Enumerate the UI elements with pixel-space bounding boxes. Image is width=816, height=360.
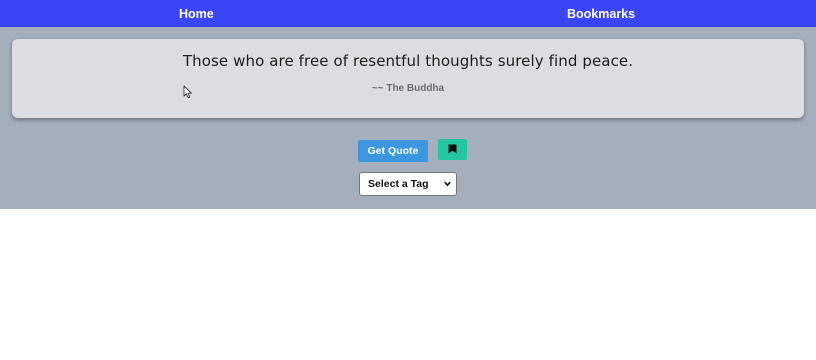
tag-select-value: Select a Tag (368, 178, 429, 190)
quote-author: ~~ The Buddha (371, 83, 445, 94)
get-quote-button[interactable]: Get Quote (358, 140, 428, 162)
top-navbar: Home Bookmarks (0, 0, 816, 27)
main-section: Those who are free of resentful thoughts… (0, 27, 816, 209)
quote-text: Those who are free of resentful thoughts… (182, 52, 634, 70)
bookmark-icon (448, 144, 457, 154)
bookmark-button[interactable] (438, 139, 467, 160)
mouse-cursor-icon (183, 85, 192, 99)
chevron-down-icon (444, 181, 451, 187)
tag-select[interactable]: Select a Tag (359, 172, 457, 196)
nav-home-link[interactable]: Home (179, 0, 214, 27)
quote-card: Those who are free of resentful thoughts… (12, 39, 804, 118)
nav-bookmarks-link[interactable]: Bookmarks (567, 0, 635, 27)
